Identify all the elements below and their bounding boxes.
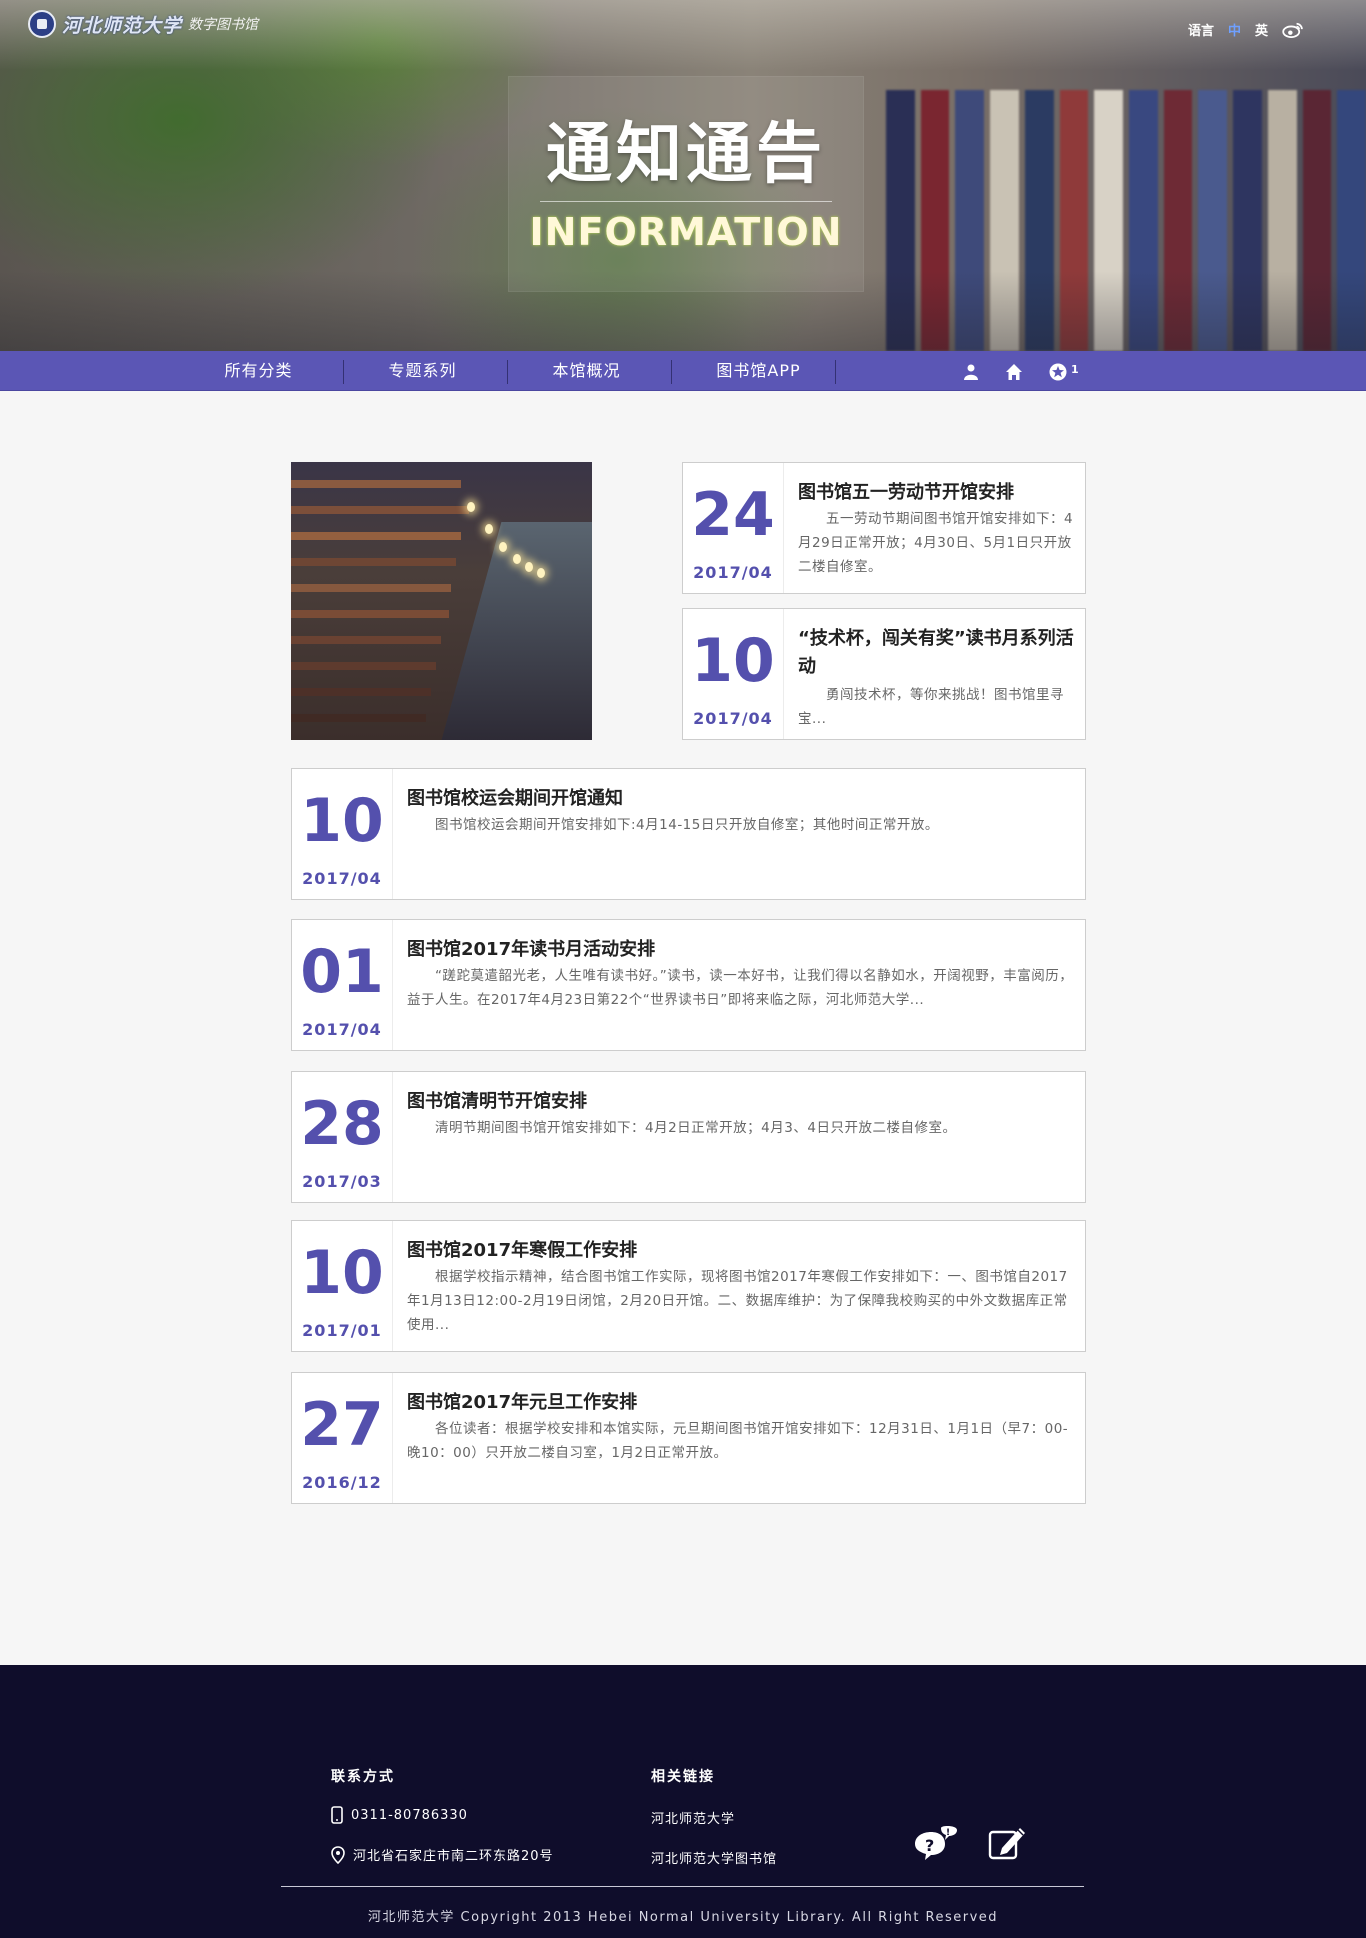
- date-block: 10 2017/04: [292, 769, 392, 899]
- badge-count: 1: [1071, 363, 1079, 376]
- notice-summary: 清明节期间图书馆开馆安排如下：4月2日正常开放；4月3、4日只开放二楼自修室。: [407, 1120, 957, 1136]
- notice-month: 2017/01: [302, 1321, 382, 1340]
- featured-library-photo: [291, 462, 592, 740]
- address-text: 河北省石家庄市南二环东路20号: [353, 1849, 554, 1864]
- edit-note-icon[interactable]: [988, 1824, 1028, 1862]
- notice-body: 图书馆2017年寒假工作安排 根据学校指示精神，结合图书馆工作实际，现将图书馆2…: [392, 1221, 1085, 1351]
- light-bulb: [485, 524, 493, 534]
- footer-divider: [281, 1886, 1084, 1887]
- notice-day: 28: [300, 1089, 384, 1159]
- notice-card[interactable]: 27 2016/12 图书馆2017年元旦工作安排 各位读者：根据学校安排和本馆…: [291, 1372, 1086, 1504]
- nav-separator: [835, 360, 836, 384]
- links-heading: 相关链接: [651, 1769, 715, 1785]
- date-block: 10 2017/04: [683, 609, 783, 739]
- notice-day: 27: [300, 1390, 384, 1460]
- notice-month: 2017/03: [302, 1172, 382, 1191]
- notice-day: 01: [300, 937, 384, 1007]
- notice-summary: “蹉跎莫遣韶光老，人生唯有读书好。”读书，读一本好书，让我们得以名静如水，开阔视…: [407, 968, 1074, 1008]
- date-block: 24 2017/04: [683, 463, 783, 593]
- contact-address: 河北省石家庄市南二环东路20号: [331, 1845, 554, 1864]
- notice-title[interactable]: 图书馆五一劳动节开馆安排: [798, 479, 1079, 507]
- weibo-icon[interactable]: [1282, 22, 1304, 38]
- notice-body: “技术杯，闯关有奖”读书月系列活动 勇闯技术杯，等你来挑战！图书馆里寻宝...: [783, 609, 1085, 739]
- notice-summary: 各位读者：根据学校安排和本馆实际，元旦期间图书馆开馆安排如下：12月31日、1月…: [407, 1421, 1069, 1461]
- nav-separator: [671, 360, 672, 384]
- location-pin-icon: [331, 1845, 345, 1864]
- light-bulb: [537, 568, 545, 578]
- notice-body: 图书馆校运会期间开馆通知 图书馆校运会期间开馆安排如下:4月14-15日只开放自…: [392, 769, 1085, 899]
- date-block: 01 2017/04: [292, 920, 392, 1050]
- light-bulb: [467, 502, 475, 512]
- page-title: 通知通告: [546, 115, 826, 192]
- notice-body: 图书馆2017年元旦工作安排 各位读者：根据学校安排和本馆实际，元旦期间图书馆开…: [392, 1373, 1085, 1503]
- light-bulb: [499, 542, 507, 552]
- notice-body: 图书馆2017年读书月活动安排 “蹉跎莫遣韶光老，人生唯有读书好。”读书，读一本…: [392, 920, 1085, 1050]
- main-nav: 所有分类 专题系列 本馆概况 图书馆APP 1: [0, 351, 1366, 391]
- user-icon[interactable]: [962, 363, 980, 381]
- brand-logo[interactable]: 河北师范大学 数字图书馆: [28, 10, 258, 38]
- notice-body: 图书馆清明节开馆安排 清明节期间图书馆开馆安排如下：4月2日正常开放；4月3、4…: [392, 1072, 1085, 1202]
- date-block: 28 2017/03: [292, 1072, 392, 1202]
- notice-title[interactable]: 图书馆2017年元旦工作安排: [407, 1389, 1079, 1417]
- notice-month: 2017/04: [302, 869, 382, 888]
- notice-month: 2017/04: [693, 709, 773, 728]
- notice-title[interactable]: 图书馆清明节开馆安排: [407, 1088, 1079, 1116]
- svg-text:!: !: [946, 1828, 950, 1838]
- notice-card[interactable]: 10 2017/01 图书馆2017年寒假工作安排 根据学校指示精神，结合图书馆…: [291, 1220, 1086, 1352]
- notice-body: 图书馆五一劳动节开馆安排 五一劳动节期间图书馆开馆安排如下：4月29日正常开放；…: [783, 463, 1085, 593]
- notice-day: 10: [300, 786, 384, 856]
- language-en-link[interactable]: 英: [1255, 20, 1268, 39]
- language-zh-link[interactable]: 中: [1228, 20, 1241, 39]
- contact-heading: 联系方式: [331, 1769, 395, 1785]
- notice-summary: 图书馆校运会期间开馆安排如下:4月14-15日只开放自修室；其他时间正常开放。: [407, 817, 939, 833]
- notice-month: 2017/04: [302, 1020, 382, 1039]
- brand-school-name: 河北师范大学: [62, 14, 183, 37]
- nav-item-all-categories[interactable]: 所有分类: [177, 351, 340, 391]
- contact-phone: 0311-80786330: [331, 1806, 468, 1824]
- light-bulb: [525, 562, 533, 572]
- phone-icon: [331, 1806, 343, 1824]
- featured-notice-card[interactable]: 10 2017/04 “技术杯，闯关有奖”读书月系列活动 勇闯技术杯，等你来挑战…: [682, 608, 1086, 740]
- copyright-text: 河北师范大学 Copyright 2013 Hebei Normal Unive…: [367, 1910, 999, 1925]
- svg-text:?: ?: [925, 1836, 934, 1855]
- university-seal-icon: [28, 10, 56, 38]
- notice-summary: 勇闯技术杯，等你来挑战！图书馆里寻宝...: [798, 687, 1064, 727]
- notice-month: 2016/12: [302, 1473, 382, 1492]
- nav-item-special-series[interactable]: 专题系列: [341, 351, 504, 391]
- notice-summary: 根据学校指示精神，结合图书馆工作实际，现将图书馆2017年寒假工作安排如下：一、…: [407, 1269, 1068, 1333]
- date-block: 10 2017/01: [292, 1221, 392, 1351]
- notice-card[interactable]: 01 2017/04 图书馆2017年读书月活动安排 “蹉跎莫遣韶光老，人生唯有…: [291, 919, 1086, 1051]
- notice-day: 24: [691, 480, 775, 550]
- footer-link-university[interactable]: 河北师范大学: [651, 1808, 735, 1827]
- notice-title[interactable]: 图书馆2017年寒假工作安排: [407, 1237, 1079, 1265]
- notice-title[interactable]: 图书馆2017年读书月活动安排: [407, 936, 1079, 964]
- notice-title[interactable]: 图书馆校运会期间开馆通知: [407, 785, 1079, 813]
- site-footer: [0, 1665, 1366, 1938]
- notice-title[interactable]: “技术杯，闯关有奖”读书月系列活动: [798, 625, 1079, 681]
- notice-card[interactable]: 10 2017/04 图书馆校运会期间开馆通知 图书馆校运会期间开馆安排如下:4…: [291, 768, 1086, 900]
- notice-month: 2017/04: [693, 563, 773, 582]
- home-icon[interactable]: [1005, 363, 1023, 381]
- notice-day: 10: [300, 1238, 384, 1308]
- notice-day: 10: [691, 626, 775, 696]
- page-subtitle: INFORMATION: [529, 210, 843, 254]
- notice-card[interactable]: 28 2017/03 图书馆清明节开馆安排 清明节期间图书馆开馆安排如下：4月2…: [291, 1071, 1086, 1203]
- footer-link-library[interactable]: 河北师范大学图书馆: [651, 1848, 777, 1867]
- notice-summary: 五一劳动节期间图书馆开馆安排如下：4月29日正常开放；4月30日、5月1日只开放…: [798, 511, 1074, 575]
- star-badge-icon[interactable]: [1049, 363, 1067, 381]
- nav-item-library-app[interactable]: 图书馆APP: [677, 351, 840, 391]
- nav-item-library-overview[interactable]: 本馆概况: [505, 351, 668, 391]
- language-label: 语言: [1187, 24, 1214, 39]
- hero-divider: [540, 201, 832, 202]
- phone-number: 0311-80786330: [351, 1807, 468, 1823]
- language-switcher: 语言 中 英: [1188, 20, 1304, 39]
- light-bulb: [513, 554, 521, 564]
- featured-notice-card[interactable]: 24 2017/04 图书馆五一劳动节开馆安排 五一劳动节期间图书馆开馆安排如下…: [682, 462, 1086, 594]
- help-chat-icon[interactable]: ? !: [911, 1824, 963, 1862]
- date-block: 27 2016/12: [292, 1373, 392, 1503]
- brand-sub-name: 数字图书馆: [188, 17, 259, 33]
